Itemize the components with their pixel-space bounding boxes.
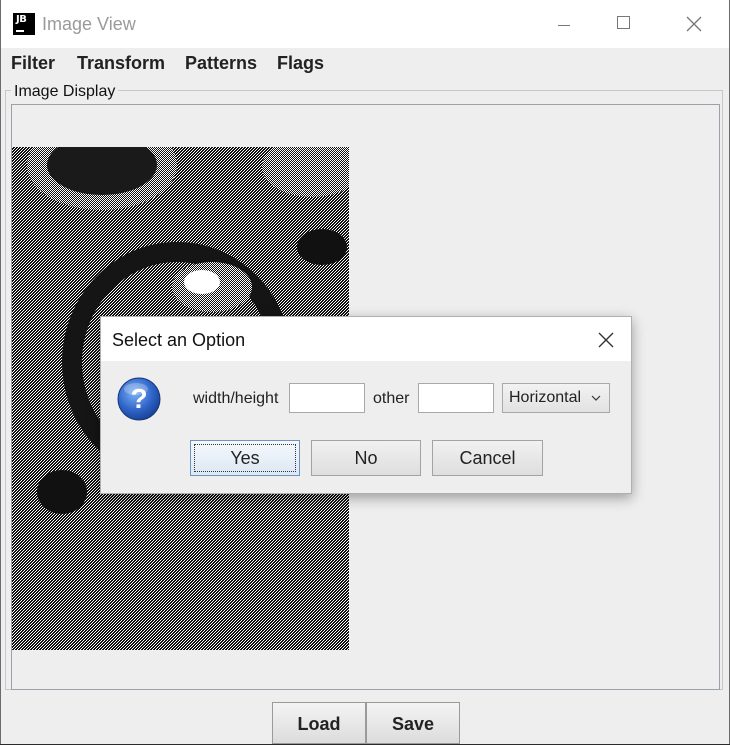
- focus-ring: [194, 444, 296, 472]
- app-icon: JB: [13, 13, 35, 35]
- load-button[interactable]: Load: [272, 702, 366, 744]
- maximize-button[interactable]: [601, 0, 647, 48]
- no-button[interactable]: No: [311, 440, 421, 476]
- svg-text:?: ?: [130, 383, 147, 414]
- select-option-dialog: Select an Option ? width/height other Ho…: [100, 316, 632, 494]
- chevron-down-icon: [591, 395, 601, 401]
- orientation-value: Horizontal: [509, 389, 582, 406]
- image-display-title: Image Display: [11, 83, 119, 101]
- dialog-title: Select an Option: [112, 330, 246, 350]
- menu-patterns[interactable]: Patterns: [185, 53, 257, 74]
- close-button[interactable]: [671, 0, 717, 48]
- close-icon: [686, 16, 702, 32]
- no-label: No: [354, 448, 378, 468]
- question-icon: ?: [116, 376, 162, 422]
- yes-button[interactable]: Yes: [190, 440, 300, 476]
- menu-transform[interactable]: Transform: [77, 53, 165, 74]
- minimize-button[interactable]: [541, 0, 587, 48]
- title-bar: JB Image View: [1, 0, 729, 48]
- dialog-title-bar: Select an Option: [101, 317, 631, 361]
- menu-bar: Filter Transform Patterns Flags: [1, 48, 729, 80]
- save-button[interactable]: Save: [366, 702, 460, 744]
- other-label: other: [373, 390, 410, 407]
- image-view-window: JB Image View Filter Transform Patterns …: [0, 0, 730, 744]
- other-field[interactable]: [418, 383, 494, 413]
- dialog-close-button[interactable]: [595, 329, 617, 351]
- width-height-label: width/height: [193, 390, 279, 407]
- menu-filter[interactable]: Filter: [11, 53, 55, 74]
- window-title: Image View: [42, 14, 136, 34]
- menu-flags[interactable]: Flags: [277, 53, 324, 74]
- cancel-button[interactable]: Cancel: [432, 440, 543, 476]
- orientation-select[interactable]: Horizontal: [502, 383, 610, 413]
- close-icon: [598, 332, 614, 348]
- cancel-label: Cancel: [459, 448, 516, 468]
- width-height-field[interactable]: [289, 383, 365, 413]
